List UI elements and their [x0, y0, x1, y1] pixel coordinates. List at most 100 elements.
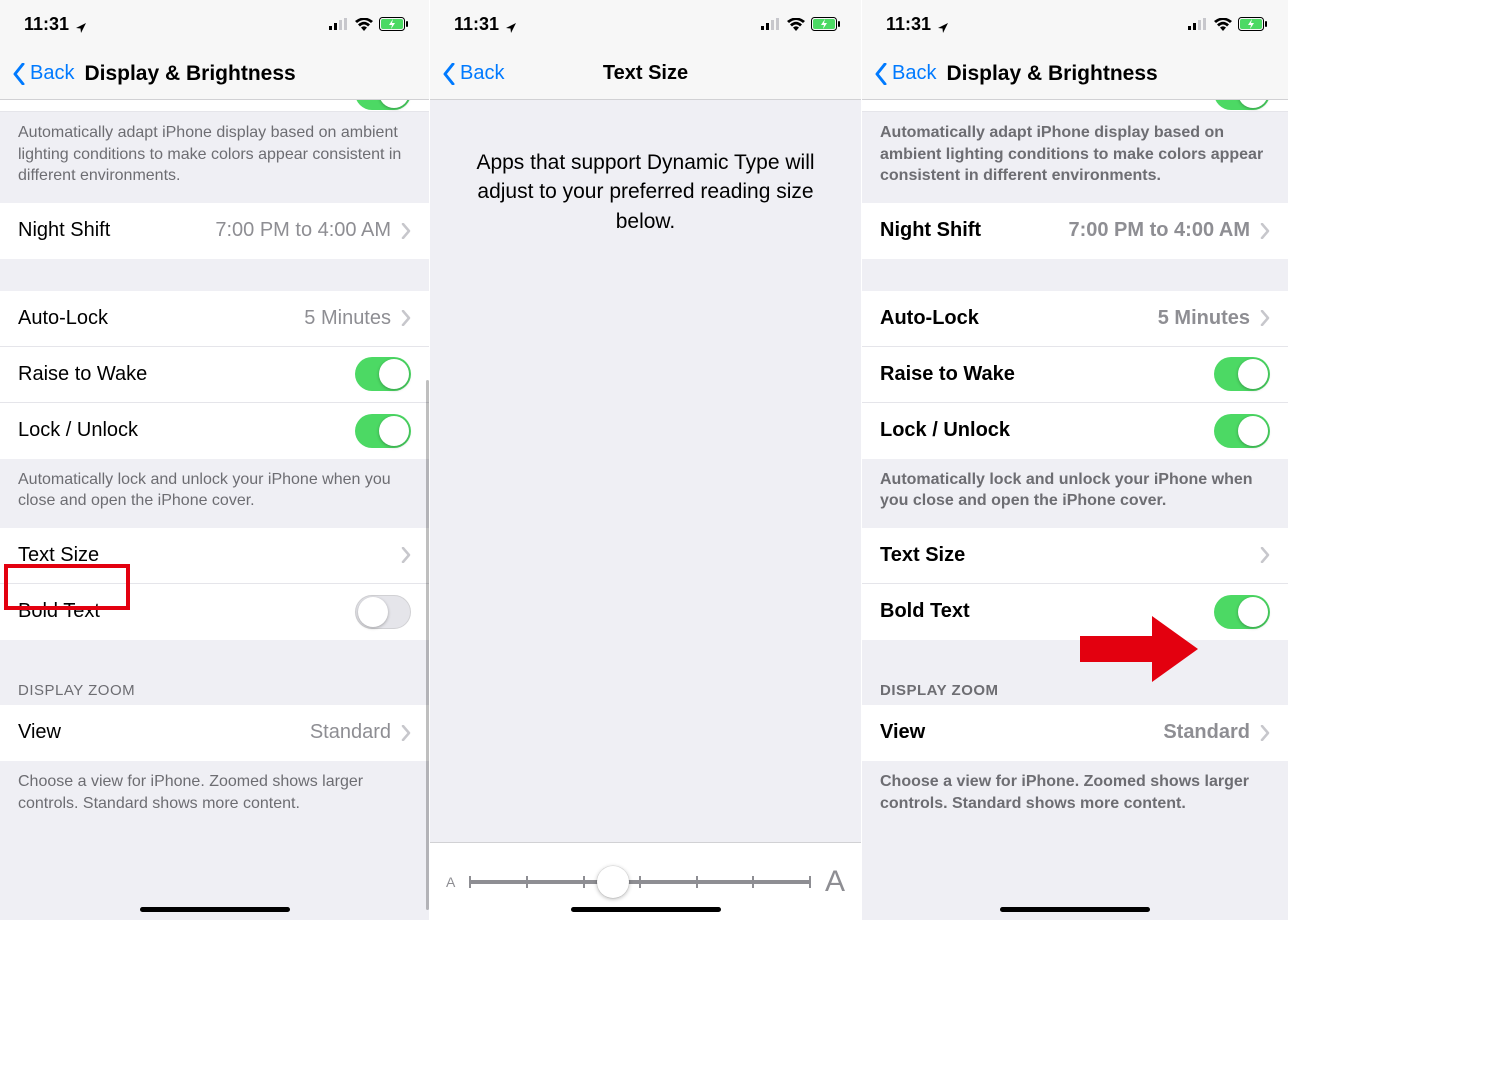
text-size-label: Text Size [18, 544, 99, 567]
true-tone-footer: Automatically adapt iPhone display based… [862, 112, 1288, 203]
back-label: Back [460, 62, 504, 85]
wifi-icon [355, 18, 373, 31]
true-tone-toggle[interactable] [355, 100, 411, 110]
page-title: Text Size [603, 62, 688, 85]
bold-text-row: Bold Text [0, 584, 429, 640]
chevron-right-icon [401, 725, 411, 741]
wifi-icon [787, 18, 805, 31]
lock-unlock-label: Lock / Unlock [880, 419, 1010, 442]
auto-lock-label: Auto-Lock [880, 307, 979, 330]
auto-lock-value: 5 Minutes [1158, 307, 1250, 330]
chevron-right-icon [1260, 725, 1270, 741]
view-row[interactable]: View Standard [0, 705, 429, 761]
bold-text-label: Bold Text [18, 600, 100, 623]
text-size-label: Text Size [880, 544, 965, 567]
night-shift-value: 7:00 PM to 4:00 AM [215, 219, 391, 242]
view-value: Standard [1163, 721, 1250, 744]
chevron-right-icon [401, 310, 411, 326]
display-zoom-header: DISPLAY ZOOM [0, 672, 429, 705]
true-tone-row-partial [0, 100, 429, 112]
text-size-row[interactable]: Text Size [0, 528, 429, 584]
auto-lock-label: Auto-Lock [18, 307, 108, 330]
nav-header: Back Display & Brightness [0, 48, 429, 100]
scroll-indicator[interactable] [426, 380, 429, 910]
view-label: View [18, 721, 61, 744]
status-time: 11:31 [454, 14, 499, 35]
auto-lock-row[interactable]: Auto-Lock 5 Minutes [0, 291, 429, 347]
raise-to-wake-label: Raise to Wake [880, 363, 1015, 386]
lock-unlock-row: Lock / Unlock [0, 403, 429, 459]
screenshot-pane-2: 11:31 Back Text Size Apps that support D… [430, 0, 862, 920]
lock-unlock-label: Lock / Unlock [18, 419, 138, 442]
true-tone-row-partial [862, 100, 1288, 112]
chevron-left-icon [442, 63, 456, 85]
lock-unlock-toggle[interactable] [355, 414, 411, 448]
true-tone-footer: Automatically adapt iPhone display based… [0, 112, 429, 203]
back-button[interactable]: Back [874, 62, 936, 85]
auto-lock-value: 5 Minutes [304, 307, 391, 330]
chevron-left-icon [874, 63, 888, 85]
bold-text-toggle[interactable] [355, 595, 411, 629]
raise-to-wake-row: Raise to Wake [862, 347, 1288, 403]
bold-text-label: Bold Text [880, 600, 970, 623]
raise-to-wake-toggle[interactable] [1214, 357, 1270, 391]
chevron-right-icon [1260, 223, 1270, 239]
back-button[interactable]: Back [442, 62, 504, 85]
dynamic-type-message: Apps that support Dynamic Type will adju… [430, 100, 861, 236]
night-shift-row[interactable]: Night Shift 7:00 PM to 4:00 AM [862, 203, 1288, 259]
page-title: Display & Brightness [84, 62, 295, 86]
wifi-icon [1214, 18, 1232, 31]
text-size-row[interactable]: Text Size [862, 528, 1288, 584]
lock-unlock-footer: Automatically lock and unlock your iPhon… [862, 459, 1288, 528]
night-shift-value: 7:00 PM to 4:00 AM [1068, 219, 1250, 242]
location-icon [505, 18, 517, 30]
signal-icon [761, 18, 781, 30]
lock-unlock-toggle[interactable] [1214, 414, 1270, 448]
view-row[interactable]: View Standard [862, 705, 1288, 761]
auto-lock-row[interactable]: Auto-Lock 5 Minutes [862, 291, 1288, 347]
settings-content: Automatically adapt iPhone display based… [0, 100, 429, 920]
signal-icon [1188, 18, 1208, 30]
status-time: 11:31 [886, 14, 931, 35]
true-tone-toggle[interactable] [1214, 100, 1270, 110]
screenshot-pane-1: 11:31 Back Display & Brightness [0, 0, 430, 920]
chevron-right-icon [1260, 547, 1270, 563]
home-indicator[interactable] [140, 907, 290, 912]
night-shift-row[interactable]: Night Shift 7:00 PM to 4:00 AM [0, 203, 429, 259]
chevron-right-icon [1260, 310, 1270, 326]
slider-thumb[interactable] [597, 866, 629, 898]
back-label: Back [892, 62, 936, 85]
view-value: Standard [310, 721, 391, 744]
home-indicator[interactable] [571, 907, 721, 912]
home-indicator[interactable] [1000, 907, 1150, 912]
battery-charging-icon [379, 17, 409, 31]
status-bar: 11:31 [430, 0, 861, 48]
raise-to-wake-toggle[interactable] [355, 357, 411, 391]
bold-text-row: Bold Text [862, 584, 1288, 640]
text-size-content: Apps that support Dynamic Type will adju… [430, 100, 861, 920]
view-label: View [880, 721, 925, 744]
bold-text-toggle[interactable] [1214, 595, 1270, 629]
lock-unlock-row: Lock / Unlock [862, 403, 1288, 459]
small-a-icon: A [446, 874, 455, 890]
nav-header: Back Display & Brightness [862, 48, 1288, 100]
view-footer: Choose a view for iPhone. Zoomed shows l… [862, 761, 1288, 830]
chevron-right-icon [401, 547, 411, 563]
location-icon [937, 18, 949, 30]
back-button[interactable]: Back [12, 62, 74, 85]
display-zoom-header: DISPLAY ZOOM [862, 672, 1288, 705]
back-label: Back [30, 62, 74, 85]
page-title: Display & Brightness [946, 62, 1157, 86]
nav-header: Back Text Size [430, 48, 861, 100]
chevron-right-icon [401, 223, 411, 239]
night-shift-label: Night Shift [18, 219, 110, 242]
text-size-slider[interactable] [469, 880, 811, 884]
screenshot-pane-3: 11:31 Back Display & Brightness [862, 0, 1288, 920]
large-a-icon: A [825, 865, 845, 899]
status-bar: 11:31 [862, 0, 1288, 48]
night-shift-label: Night Shift [880, 219, 981, 242]
battery-charging-icon [811, 17, 841, 31]
status-time: 11:31 [24, 14, 69, 35]
chevron-left-icon [12, 63, 26, 85]
location-icon [75, 18, 87, 30]
